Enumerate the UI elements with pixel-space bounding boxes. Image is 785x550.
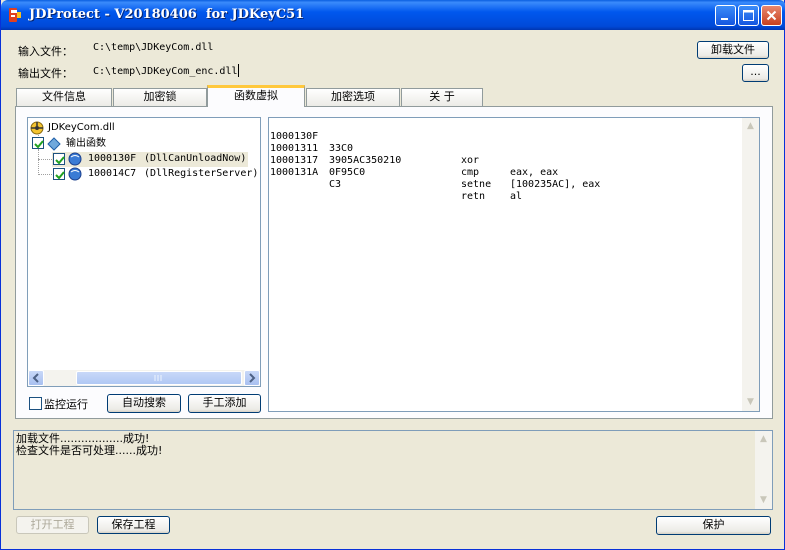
tree-item-1[interactable]: 1000130F (DllCanUnloadNow)	[52, 152, 248, 167]
protect-button[interactable]: 保护	[656, 516, 771, 535]
minimize-button[interactable]	[715, 5, 736, 26]
text-cursor	[238, 64, 239, 77]
function-name: (DllCanUnloadNow)	[144, 153, 247, 164]
input-file-label: 输入文件：	[18, 45, 73, 58]
save-project-button[interactable]: 保存工程	[97, 516, 170, 534]
monitor-checkbox[interactable]	[29, 397, 42, 410]
function-icon	[68, 152, 82, 166]
scroll-right-button[interactable]	[244, 370, 260, 386]
window-title: JDProtect - V20180406 for JDKeyC51	[29, 7, 305, 22]
log-output[interactable]: 加载文件..................成功! 检查文件是否可处理.....…	[13, 430, 773, 510]
log-line-2: 检查文件是否可处理......成功!	[16, 444, 163, 457]
tab-encrypt-options[interactable]: 加密选项	[306, 88, 400, 106]
title-bar[interactable]: JDProtect - V20180406 for JDKeyC51	[1, 0, 785, 30]
output-file-path[interactable]: C:\temp\JDKeyCom_enc.dll	[93, 66, 238, 77]
monitor-label: 监控运行	[44, 398, 88, 411]
manual-add-button[interactable]: 手工添加	[188, 394, 261, 413]
function-address: 100014C7	[88, 168, 137, 179]
scroll-up-button[interactable]: ▲	[755, 431, 772, 448]
function-checkbox-2[interactable]	[53, 168, 65, 180]
main-window: JDProtect - V20180406 for JDKeyC51 输入文件：…	[0, 0, 785, 550]
tab-dongle[interactable]: 加密锁	[113, 88, 207, 106]
export-group-icon	[47, 137, 61, 151]
function-name: (DllRegisterServer)	[144, 168, 259, 179]
tab-function-virtualization[interactable]: 函数虚拟	[207, 85, 305, 107]
tree-item-2[interactable]: 100014C7 (DllRegisterServer)	[52, 167, 260, 182]
tab-file-info[interactable]: 文件信息	[16, 88, 112, 106]
maximize-button[interactable]	[738, 5, 759, 26]
disasm-line-4: 1000131A C3 retn	[270, 167, 486, 202]
tree-group-label[interactable]: 输出函数	[66, 137, 106, 151]
disasm-vertical-scrollbar[interactable]: ▲ ▼	[742, 118, 759, 411]
tree-root[interactable]: JDKeyCom.dll	[48, 121, 115, 135]
tab-about[interactable]: 关 于	[401, 88, 483, 106]
disasm-line-1: 1000130F 33C0 xor eax, eax	[270, 131, 559, 178]
unload-file-button[interactable]: 卸载文件	[697, 41, 769, 59]
log-vertical-scrollbar[interactable]: ▲ ▼	[755, 431, 772, 509]
disasm-line-3: 10001317 0F95C0 setne al	[270, 155, 523, 202]
scroll-up-button[interactable]: ▲	[742, 118, 759, 135]
auto-search-button[interactable]: 自动搜索	[107, 394, 181, 413]
disassembly-view[interactable]: 1000130F 33C0 xor eax, eax 10001311 3905…	[268, 117, 760, 412]
disasm-line-2: 10001311 3905AC350210 cmp [100235AC], ea…	[270, 143, 601, 190]
dll-icon	[30, 121, 44, 135]
group-checkbox[interactable]	[32, 137, 44, 149]
function-checkbox-1[interactable]	[53, 153, 65, 165]
open-project-button[interactable]: 打开工程	[16, 516, 89, 534]
function-address: 1000130F	[88, 153, 137, 164]
scroll-thumb[interactable]	[76, 371, 242, 385]
scroll-left-button[interactable]	[28, 370, 44, 386]
close-button[interactable]	[761, 5, 782, 26]
browse-button[interactable]: ...	[742, 64, 769, 82]
output-file-label: 输出文件：	[18, 67, 73, 80]
scroll-down-button[interactable]: ▼	[755, 492, 772, 509]
tree-horizontal-scrollbar[interactable]	[28, 370, 260, 386]
scroll-down-button[interactable]: ▼	[742, 394, 759, 411]
function-tree[interactable]: JDKeyCom.dll 输出函数 1000130F (DllCanUnload…	[27, 117, 261, 387]
app-icon	[7, 7, 23, 23]
function-icon	[68, 167, 82, 181]
input-file-path: C:\temp\JDKeyCom.dll	[93, 42, 214, 53]
